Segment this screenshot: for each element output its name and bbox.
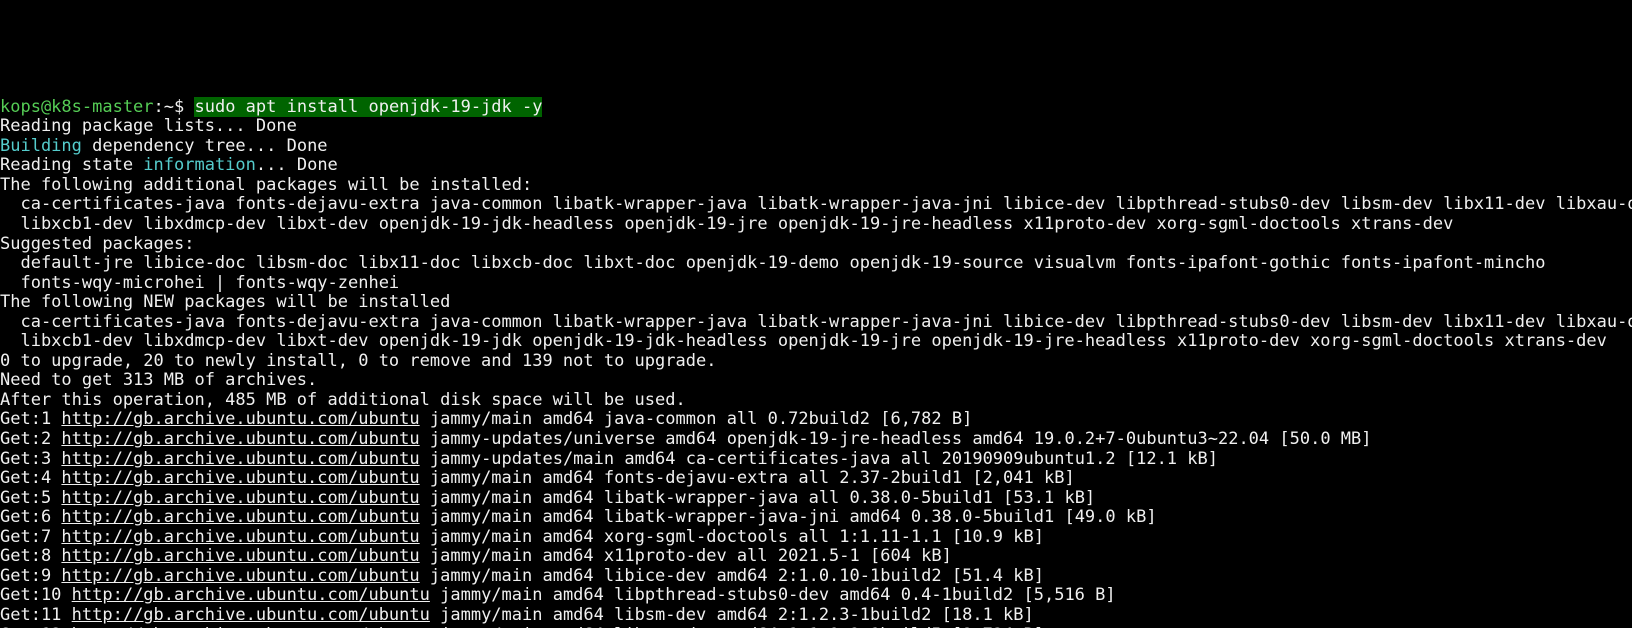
download-line: Get:10 http://gb.archive.ubuntu.com/ubun… xyxy=(0,586,1632,606)
prompt-user-host: kops@k8s-master xyxy=(0,97,154,117)
download-line: Get:11 http://gb.archive.ubuntu.com/ubun… xyxy=(0,606,1632,626)
download-line: Get:7 http://gb.archive.ubuntu.com/ubunt… xyxy=(0,528,1632,548)
download-index: Get:3 xyxy=(0,449,61,469)
download-line: Get:4 http://gb.archive.ubuntu.com/ubunt… xyxy=(0,469,1632,489)
download-index: Get:12 xyxy=(0,625,72,628)
download-index: Get:5 xyxy=(0,488,61,508)
download-index: Get:6 xyxy=(0,507,61,527)
download-url: http://gb.archive.ubuntu.com/ubuntu xyxy=(61,507,419,527)
suggested-packages-l1: default-jre libice-doc libsm-doc libx11-… xyxy=(0,254,1632,274)
download-index: Get:10 xyxy=(0,585,72,605)
download-url: http://gb.archive.ubuntu.com/ubuntu xyxy=(61,566,419,586)
download-url: http://gb.archive.ubuntu.com/ubuntu xyxy=(61,449,419,469)
download-tail: jammy/main amd64 xorg-sgml-doctools all … xyxy=(420,527,1044,547)
download-tail: jammy/main amd64 libpthread-stubs0-dev a… xyxy=(430,585,1116,605)
download-line: Get:2 http://gb.archive.ubuntu.com/ubunt… xyxy=(0,430,1632,450)
summary-disk-space: After this operation, 485 MB of addition… xyxy=(0,391,1632,411)
download-tail: jammy-updates/main amd64 ca-certificates… xyxy=(420,449,1218,469)
reading-package-lists: Reading package lists... Done xyxy=(0,117,1632,137)
reading-state-information: Reading state information... Done xyxy=(0,156,1632,176)
download-index: Get:2 xyxy=(0,429,61,449)
download-tail: jammy/main amd64 java-common all 0.72bui… xyxy=(420,409,973,429)
download-url: http://gb.archive.ubuntu.com/ubuntu xyxy=(61,409,419,429)
new-packages-header: The following NEW packages will be insta… xyxy=(0,293,1632,313)
download-url: http://gb.archive.ubuntu.com/ubuntu xyxy=(61,546,419,566)
download-line: Get:6 http://gb.archive.ubuntu.com/ubunt… xyxy=(0,508,1632,528)
additional-packages-l1: ca-certificates-java fonts-dejavu-extra … xyxy=(0,195,1632,215)
download-line: Get:5 http://gb.archive.ubuntu.com/ubunt… xyxy=(0,489,1632,509)
download-index: Get:1 xyxy=(0,409,61,429)
download-url: http://gb.archive.ubuntu.com/ubuntu xyxy=(72,585,430,605)
suggested-packages-l2: fonts-wqy-microhei | fonts-wqy-zenhei xyxy=(0,274,1632,294)
download-line: Get:9 http://gb.archive.ubuntu.com/ubunt… xyxy=(0,567,1632,587)
download-tail: jammy/main amd64 libatk-wrapper-java all… xyxy=(420,488,1096,508)
summary-upgrade: 0 to upgrade, 20 to newly install, 0 to … xyxy=(0,352,1632,372)
download-index: Get:9 xyxy=(0,566,61,586)
download-tail: jammy/main amd64 x11proto-dev all 2021.5… xyxy=(420,546,952,566)
download-line: Get:12 http://gb.archive.ubuntu.com/ubun… xyxy=(0,626,1632,628)
suggested-packages-header: Suggested packages: xyxy=(0,235,1632,255)
summary-archives: Need to get 313 MB of archives. xyxy=(0,371,1632,391)
download-url: http://gb.archive.ubuntu.com/ubuntu xyxy=(72,625,430,628)
download-lines: Get:1 http://gb.archive.ubuntu.com/ubunt… xyxy=(0,410,1632,628)
download-url: http://gb.archive.ubuntu.com/ubuntu xyxy=(61,468,419,488)
download-index: Get:4 xyxy=(0,468,61,488)
additional-packages-l2: libxcb1-dev libxdmcp-dev libxt-dev openj… xyxy=(0,215,1632,235)
download-tail: jammy/main amd64 libxau-dev amd64 1:1.0.… xyxy=(430,625,1044,628)
building-dependency-tree: Building dependency tree... Done xyxy=(0,137,1632,157)
download-url: http://gb.archive.ubuntu.com/ubuntu xyxy=(61,429,419,449)
download-line: Get:1 http://gb.archive.ubuntu.com/ubunt… xyxy=(0,410,1632,430)
download-line: Get:8 http://gb.archive.ubuntu.com/ubunt… xyxy=(0,547,1632,567)
download-tail: jammy/main amd64 libice-dev amd64 2:1.0.… xyxy=(420,566,1044,586)
download-url: http://gb.archive.ubuntu.com/ubuntu xyxy=(61,527,419,547)
additional-packages-header: The following additional packages will b… xyxy=(0,176,1632,196)
download-index: Get:7 xyxy=(0,527,61,547)
download-tail: jammy-updates/universe amd64 openjdk-19-… xyxy=(420,429,1372,449)
download-index: Get:8 xyxy=(0,546,61,566)
terminal[interactable]: kops@k8s-master:~$ sudo apt install open… xyxy=(0,98,1632,628)
prompt-line: kops@k8s-master:~$ sudo apt install open… xyxy=(0,98,1632,118)
download-tail: jammy/main amd64 fonts-dejavu-extra all … xyxy=(420,468,1075,488)
download-url: http://gb.archive.ubuntu.com/ubuntu xyxy=(61,488,419,508)
prompt-path: :~$ xyxy=(154,97,195,117)
download-line: Get:3 http://gb.archive.ubuntu.com/ubunt… xyxy=(0,450,1632,470)
command: sudo apt install openjdk-19-jdk -y xyxy=(194,97,542,117)
new-packages-l1: ca-certificates-java fonts-dejavu-extra … xyxy=(0,313,1632,333)
new-packages-l2: libxcb1-dev libxdmcp-dev libxt-dev openj… xyxy=(0,332,1632,352)
download-tail: jammy/main amd64 libatk-wrapper-java-jni… xyxy=(420,507,1157,527)
